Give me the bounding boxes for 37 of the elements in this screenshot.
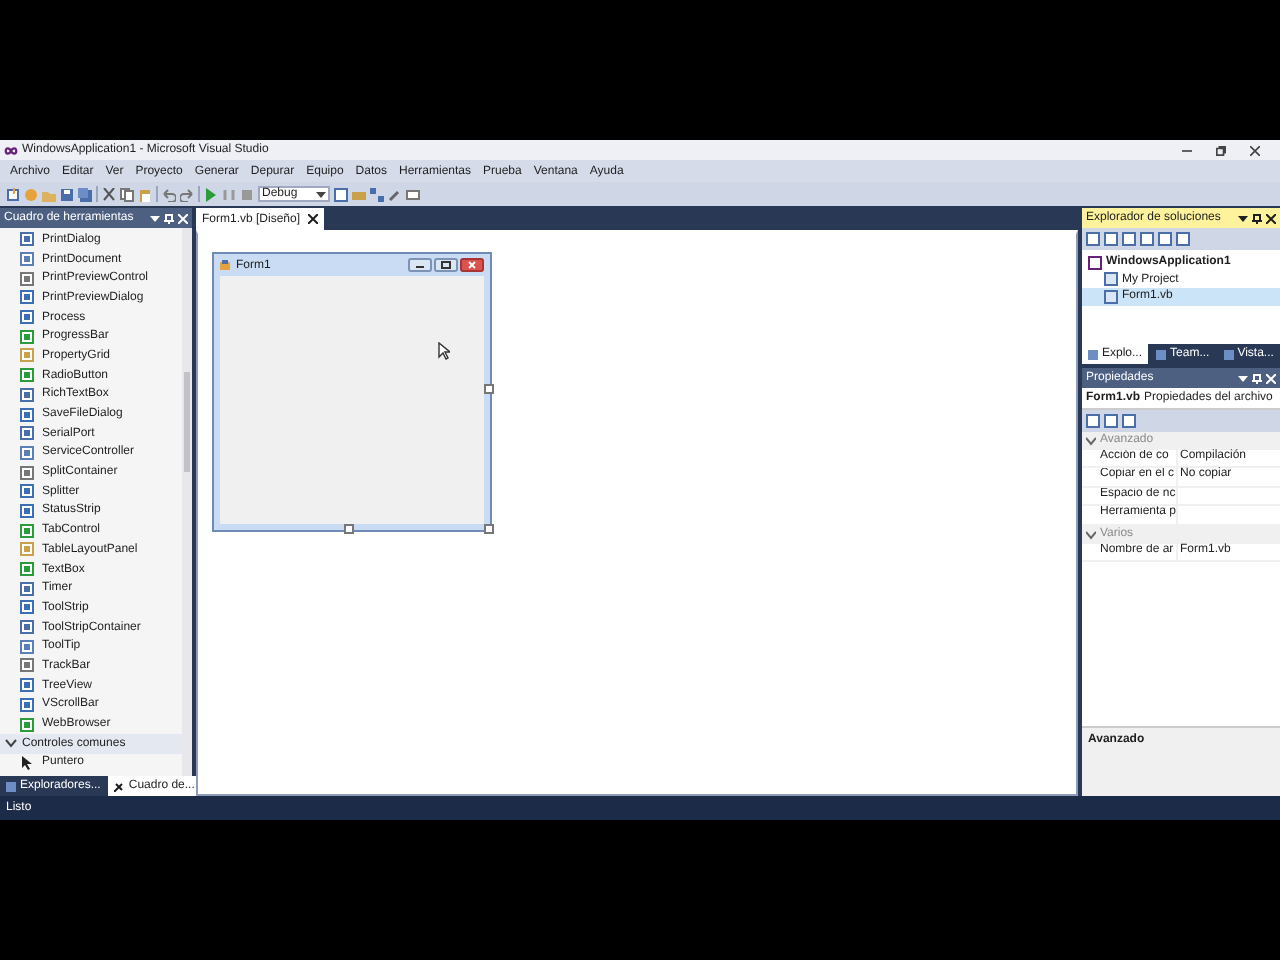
window-icon [1088, 349, 1098, 359]
form-icon [220, 260, 230, 270]
close-icon[interactable] [1250, 145, 1260, 155]
resize-handle[interactable] [484, 384, 494, 394]
dropdown-arrow-icon[interactable] [1238, 213, 1248, 223]
collapse-chevron-icon [4, 736, 18, 751]
redo-icon[interactable] [180, 187, 194, 201]
cut-icon[interactable] [102, 187, 116, 201]
output-window-icon[interactable] [406, 187, 420, 201]
new-project-icon[interactable] [6, 187, 20, 201]
maximize-icon [434, 258, 458, 272]
collapse-chevron-icon [1086, 435, 1096, 446]
window-icon [1223, 349, 1234, 359]
pointer-arrow-icon [20, 755, 34, 770]
resize-handle[interactable] [484, 524, 494, 534]
dropdown-arrow-icon[interactable] [150, 213, 160, 223]
solution-icon [1088, 255, 1102, 270]
close-icon[interactable] [308, 214, 319, 224]
copy-icon[interactable] [120, 187, 134, 201]
start-icon[interactable] [204, 187, 218, 201]
infinity-logo-icon [4, 143, 18, 157]
close-icon [460, 258, 484, 272]
undo-icon[interactable] [162, 187, 176, 201]
minimize-icon [408, 258, 432, 272]
save-all-icon[interactable] [78, 187, 92, 201]
mouse-pointer-icon [438, 342, 450, 360]
resize-handle[interactable] [344, 524, 354, 534]
save-icon[interactable] [60, 187, 74, 201]
close-icon[interactable] [1266, 213, 1276, 223]
collapse-chevron-icon [1086, 529, 1096, 540]
dropdown-arrow-icon[interactable] [1238, 373, 1248, 383]
minimize-icon[interactable] [1182, 145, 1192, 155]
restore-icon[interactable] [1216, 145, 1226, 155]
scrollbar[interactable] [182, 228, 192, 776]
pin-icon[interactable] [1252, 213, 1262, 223]
window-icon [1156, 349, 1167, 359]
dropdown-arrow-icon [316, 189, 326, 199]
